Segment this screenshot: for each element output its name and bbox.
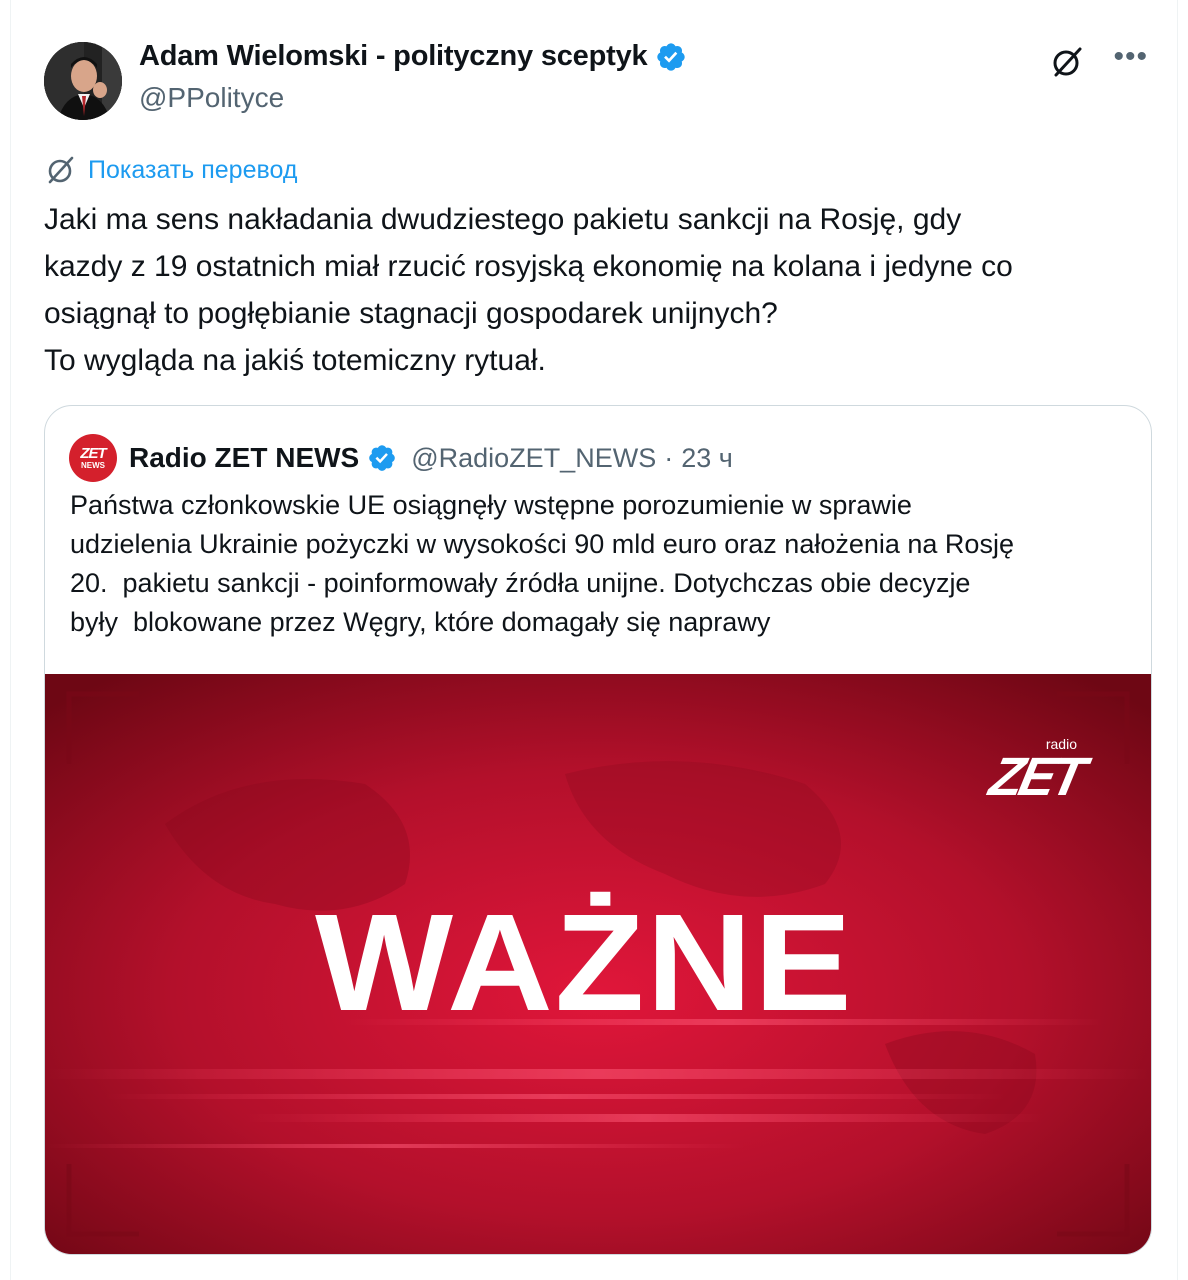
radio-zet-logo: radio ZET bbox=[985, 736, 1088, 808]
quoted-avatar-logo: ZET bbox=[80, 445, 106, 462]
author-name-row: Adam Wielomski - polityczny sceptyk bbox=[139, 40, 687, 73]
post-text-line: osiągnął to pogłębianie stagnacji gospod… bbox=[44, 297, 778, 330]
quoted-avatar-caption: NEWS bbox=[81, 461, 105, 470]
post-text: Jaki ma sens nakładania dwudziestego pak… bbox=[44, 196, 1154, 384]
quoted-post-text: Państwa członkowskie UE osiągnęły wstępn… bbox=[70, 486, 1130, 642]
post-text-line: kazdy z 19 ostatnich miał rzucić rosyjsk… bbox=[44, 250, 1013, 283]
quoted-text-line: 20. pakietu sankcji - poinformowały źród… bbox=[70, 568, 971, 598]
quoted-post-time[interactable]: 23 ч bbox=[681, 443, 733, 474]
quoted-text-line: były blokowane przez Węgry, które domaga… bbox=[70, 607, 771, 637]
quoted-post-header: ZET NEWS Radio ZET NEWS @RadioZET_NEWS ·… bbox=[69, 434, 733, 482]
quoted-post-image[interactable]: radio ZET WAŻNE bbox=[45, 674, 1151, 1254]
post-text-line: Jaki ma sens nakładania dwudziestego pak… bbox=[44, 203, 962, 236]
quoted-author-name[interactable]: Radio ZET NEWS bbox=[129, 442, 359, 474]
separator-dot: · bbox=[664, 442, 674, 473]
quoted-post[interactable]: ZET NEWS Radio ZET NEWS @RadioZET_NEWS ·… bbox=[44, 405, 1152, 1255]
translate-icon bbox=[48, 156, 74, 184]
author-handle[interactable]: @PPolityce bbox=[139, 82, 284, 114]
more-icon[interactable]: ••• bbox=[1113, 42, 1148, 72]
post-actions: ••• bbox=[1049, 42, 1148, 80]
verified-badge-icon bbox=[367, 443, 397, 473]
show-translation-link[interactable]: Показать перевод bbox=[88, 156, 297, 185]
quoted-author-handle[interactable]: @RadioZET_NEWS bbox=[411, 443, 656, 474]
breaking-headline: WAŻNE bbox=[315, 886, 854, 1040]
author-avatar-image bbox=[44, 42, 122, 120]
author-display-name[interactable]: Adam Wielomski - polityczny sceptyk bbox=[139, 40, 648, 73]
author-avatar[interactable] bbox=[44, 42, 122, 120]
quoted-text-line: udzielenia Ukrainie pożyczki w wysokości… bbox=[70, 529, 1014, 559]
logo-wordmark: ZET bbox=[984, 747, 1088, 807]
quoted-text-line: Państwa członkowskie UE osiągnęły wstępn… bbox=[70, 490, 912, 520]
quoted-author-avatar[interactable]: ZET NEWS bbox=[69, 434, 117, 482]
grok-icon[interactable] bbox=[1049, 44, 1085, 80]
post-text-line: To wygląda na jakiś totemiczny rytuał. bbox=[44, 344, 546, 377]
show-translation[interactable]: Показать перевод bbox=[44, 153, 297, 187]
verified-badge-icon bbox=[657, 42, 686, 71]
